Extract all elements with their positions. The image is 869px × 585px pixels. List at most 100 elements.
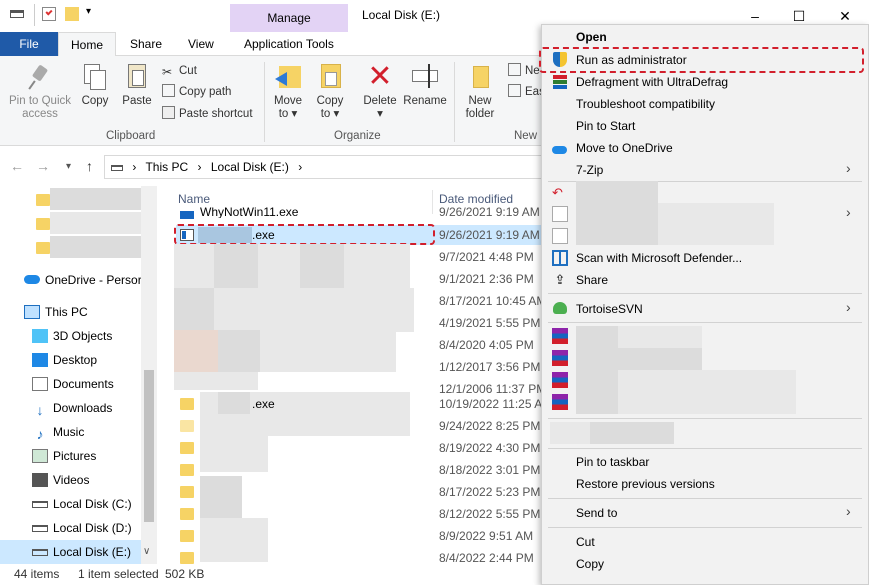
new-item-button[interactable]: Ne [508, 62, 540, 80]
onedrive-cloud-icon [552, 143, 568, 159]
redacted-block [214, 244, 258, 288]
breadcrumb-this-pc[interactable]: This PC [145, 160, 188, 174]
paste-shortcut-button[interactable]: Paste shortcut [162, 105, 253, 123]
nav-item-music[interactable]: ♪ Music [0, 420, 141, 444]
nav-label: This PC [45, 305, 88, 319]
folder-icon [36, 242, 50, 254]
menu-item-restore-previous-versions[interactable]: Restore previous versions [576, 477, 715, 491]
menu-item-send-to[interactable]: Send to [576, 506, 617, 520]
tab-manage[interactable]: Manage [230, 4, 348, 32]
menu-item-pin-to-taskbar[interactable]: Pin to taskbar [576, 455, 649, 469]
redacted-quick-access-item[interactable] [50, 236, 142, 258]
nav-label: Local Disk (C:) [53, 497, 132, 511]
tortoisesvn-icon [552, 300, 568, 316]
redacted-menu-item[interactable] [590, 422, 674, 444]
redacted-menu-item[interactable] [618, 326, 702, 414]
pin-quick-access-button[interactable]: Pin to Quick access [6, 62, 74, 121]
nav-item-local-disk-c[interactable]: Local Disk (C:) [0, 492, 141, 516]
menu-item-scan-defender[interactable]: Scan with Microsoft Defender... [576, 251, 742, 265]
redacted-menu-item[interactable] [576, 326, 618, 414]
scroll-down-icon[interactable]: ∨ [143, 546, 150, 557]
menu-item-share[interactable]: Share [576, 273, 608, 287]
file-date: 10/19/2022 11:25 AM [439, 397, 553, 411]
new-folder-button[interactable]: New folder [460, 62, 500, 121]
nav-item-3d-objects[interactable]: 3D Objects [0, 324, 141, 348]
redacted-menu-item[interactable] [576, 181, 658, 245]
redacted-quick-access-item[interactable] [50, 212, 142, 234]
status-size: 502 KB [165, 567, 205, 581]
tab-file[interactable]: File [0, 32, 58, 56]
customize-quick-access-icon[interactable]: ▾ [86, 6, 91, 17]
nav-item-documents[interactable]: Documents [0, 372, 141, 396]
nav-item-pictures[interactable]: Pictures [0, 444, 141, 468]
menu-item-troubleshoot[interactable]: Troubleshoot compatibility [576, 97, 715, 111]
file-date: 12/1/2006 11:37 PM [439, 382, 547, 396]
menu-separator [548, 418, 862, 419]
minimize-button[interactable]: – [741, 6, 769, 26]
film-icon [32, 473, 48, 487]
delete-button[interactable]: ✕ Delete ▾ [360, 62, 400, 121]
menu-item-open[interactable]: Open [576, 30, 607, 44]
paste-button[interactable]: Paste [120, 62, 154, 108]
column-header-date[interactable]: Date modified [439, 192, 513, 206]
menu-item-defragment[interactable]: Defragment with UltraDefrag [576, 75, 728, 89]
cut-button[interactable]: ✂ Cut [162, 62, 197, 80]
breadcrumb-local-disk-e[interactable]: Local Disk (E:) [211, 160, 289, 174]
nav-item-onedrive[interactable]: OneDrive - Persor [0, 268, 141, 292]
properties-icon[interactable] [42, 7, 56, 21]
status-item-count: 44 items [14, 567, 60, 581]
copy-path-button[interactable]: Copy path [162, 83, 231, 101]
new-folder-quick-icon[interactable] [65, 7, 79, 21]
file-date: 1/12/2017 3:56 PM [439, 360, 541, 374]
ribbon-separator-2 [454, 62, 455, 142]
redacted-quick-access-item[interactable] [50, 188, 142, 210]
delete-label-1: Delete [363, 95, 397, 107]
easy-access-button[interactable]: Eas [508, 83, 545, 101]
group-organize: Organize [334, 130, 381, 142]
menu-item-copy[interactable]: Copy [576, 557, 604, 571]
file-name[interactable]: WhyNotWin11.exe [200, 206, 298, 218]
redacted-menu-item[interactable] [658, 203, 774, 245]
file-extension: .exe [252, 397, 275, 411]
up-arrow-icon[interactable]: ↑ [86, 158, 93, 174]
nav-item-local-disk-d[interactable]: Local Disk (D:) [0, 516, 141, 540]
column-separator[interactable] [432, 190, 433, 214]
redacted-menu-item[interactable] [702, 370, 796, 414]
copy-button[interactable]: Copy [78, 62, 112, 108]
redacted-block [174, 330, 218, 372]
recent-locations-icon[interactable]: ▾ [66, 161, 71, 172]
close-button[interactable]: ✕ [831, 6, 859, 26]
nav-item-local-disk-e[interactable]: Local Disk (E:) [0, 540, 141, 564]
window-title: Local Disk (E:) [362, 8, 441, 22]
new-folder-icon [465, 62, 495, 92]
back-arrow-icon[interactable]: ← [10, 158, 24, 174]
tab-view[interactable]: View [176, 32, 226, 56]
forward-arrow-icon[interactable]: → [36, 158, 50, 174]
menu-item-pin-to-start[interactable]: Pin to Start [576, 119, 635, 133]
move-to-button[interactable]: Move to ▾ [270, 62, 306, 121]
tab-share[interactable]: Share [118, 32, 174, 56]
nav-item-this-pc[interactable]: This PC [0, 300, 141, 324]
menu-item-cut[interactable]: Cut [576, 535, 595, 549]
paste-shortcut-label: Paste shortcut [179, 108, 253, 120]
menu-item-move-to-onedrive[interactable]: Move to OneDrive [576, 141, 673, 155]
column-header-name[interactable]: Name [178, 192, 210, 206]
nav-item-downloads[interactable]: ↓ Downloads [0, 396, 141, 420]
redacted-menu-item[interactable] [550, 422, 590, 444]
tab-application-tools[interactable]: Application Tools [232, 32, 346, 56]
copy-to-button[interactable]: Copy to ▾ [312, 62, 348, 121]
address-bar[interactable]: › This PC › Local Disk (E:) › [104, 155, 544, 179]
menu-item-tortoisesvn[interactable]: TortoiseSVN [576, 302, 643, 316]
nav-item-videos[interactable]: Videos [0, 468, 141, 492]
nav-scroll-thumb[interactable] [144, 370, 154, 522]
nav-item-desktop[interactable]: Desktop [0, 348, 141, 372]
nav-label: Local Disk (E:) [53, 545, 132, 559]
rename-button[interactable]: Rename [402, 62, 448, 108]
drive-icon[interactable] [10, 10, 24, 18]
redacted-menu-item[interactable] [618, 348, 702, 370]
tab-home[interactable]: Home [58, 32, 116, 57]
file-date: 9/1/2021 2:36 PM [439, 272, 534, 286]
menu-item-7zip[interactable]: 7-Zip [576, 163, 603, 177]
folder-icon [180, 442, 194, 454]
maximize-button[interactable]: ☐ [785, 6, 813, 26]
